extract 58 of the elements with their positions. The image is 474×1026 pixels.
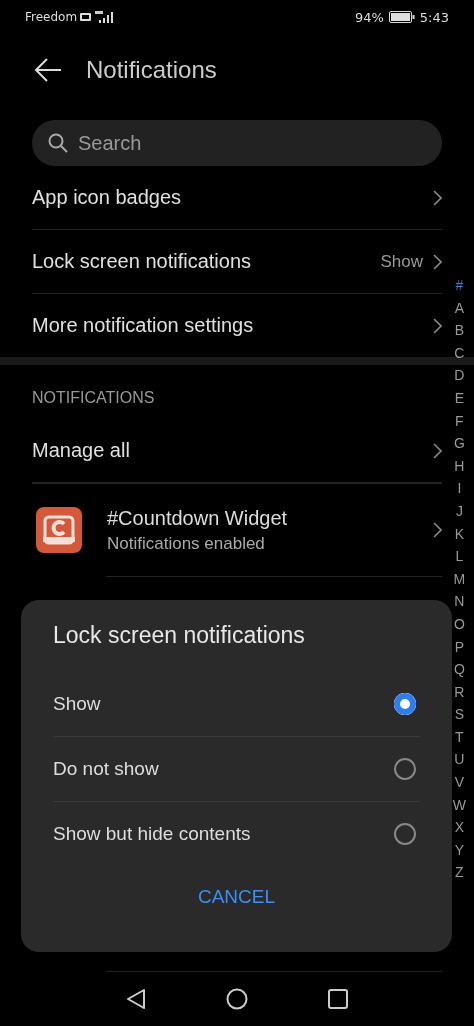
index-letter[interactable]: A [454,296,465,320]
index-letter[interactable]: U [454,748,465,772]
index-letter[interactable]: P [454,635,465,659]
cancel-button[interactable]: CANCEL [181,878,292,916]
radio-option[interactable]: Do not show [53,737,420,802]
chevron-icon [433,253,442,270]
chevron-icon [433,317,442,334]
app-name: #Countdown Widget [107,506,289,530]
dialog-title: Lock screen notifications [53,622,306,650]
page-title: Notifications [86,56,217,84]
index-letter[interactable]: R [454,680,465,704]
index-letter[interactable]: E [454,386,465,410]
app-status: Notifications enabled [107,533,266,554]
chevron-icon [433,189,442,206]
index-letter[interactable]: L [455,545,464,568]
radio-option[interactable]: Show but hide contents [53,802,420,866]
index-letter[interactable]: O [453,612,465,636]
index-letter[interactable]: W [452,793,466,817]
battery-icon [388,11,415,23]
index-letter[interactable]: C [454,341,465,365]
manage-all-item[interactable]: Manage all [32,419,442,483]
index-letter[interactable]: K [454,522,465,546]
index-letter[interactable]: X [454,816,465,839]
index-letter[interactable]: F [455,409,464,433]
settings-item[interactable]: Lock screen notifications Show [32,230,442,294]
section-header: NOTIFICATIONS [32,389,155,406]
index-letter[interactable]: Y [454,838,465,862]
home-icon[interactable] [226,987,248,1010]
radio-button[interactable] [394,823,416,845]
index-letter[interactable]: T [455,725,464,749]
index-letter[interactable]: H [454,454,465,478]
index-letter[interactable]: M [453,567,466,591]
index-letter[interactable]: V [454,771,465,794]
back-arrow-icon[interactable] [34,58,62,82]
battery-percent: 94% [354,9,384,25]
settings-item[interactable]: App icon badges [32,166,442,230]
index-letter[interactable]: G [453,432,465,455]
index-letter[interactable]: N [454,590,465,613]
index-letter[interactable]: Q [453,658,465,681]
recents-icon[interactable] [328,988,348,1009]
chevron-icon[interactable] [433,522,442,538]
back-icon[interactable] [126,987,146,1010]
index-letter[interactable]: I [457,477,462,500]
radio-button[interactable] [394,693,416,715]
index-letter[interactable]: Z [455,861,464,885]
app-icon [36,507,82,553]
settings-item[interactable]: More notification settings [32,294,442,357]
index-letter[interactable]: S [454,703,465,726]
search-field[interactable]: Search [32,120,442,166]
carrier-name: Freedom [25,10,78,24]
clock-time: 5:43 [419,9,449,25]
index-letter[interactable]: # [455,274,464,297]
chevron-icon [433,442,442,459]
radio-option[interactable]: Show [53,672,420,737]
index-letter[interactable]: J [455,499,463,523]
index-letter[interactable]: D [454,364,465,387]
index-letter[interactable]: B [454,319,465,342]
radio-button[interactable] [394,758,416,780]
